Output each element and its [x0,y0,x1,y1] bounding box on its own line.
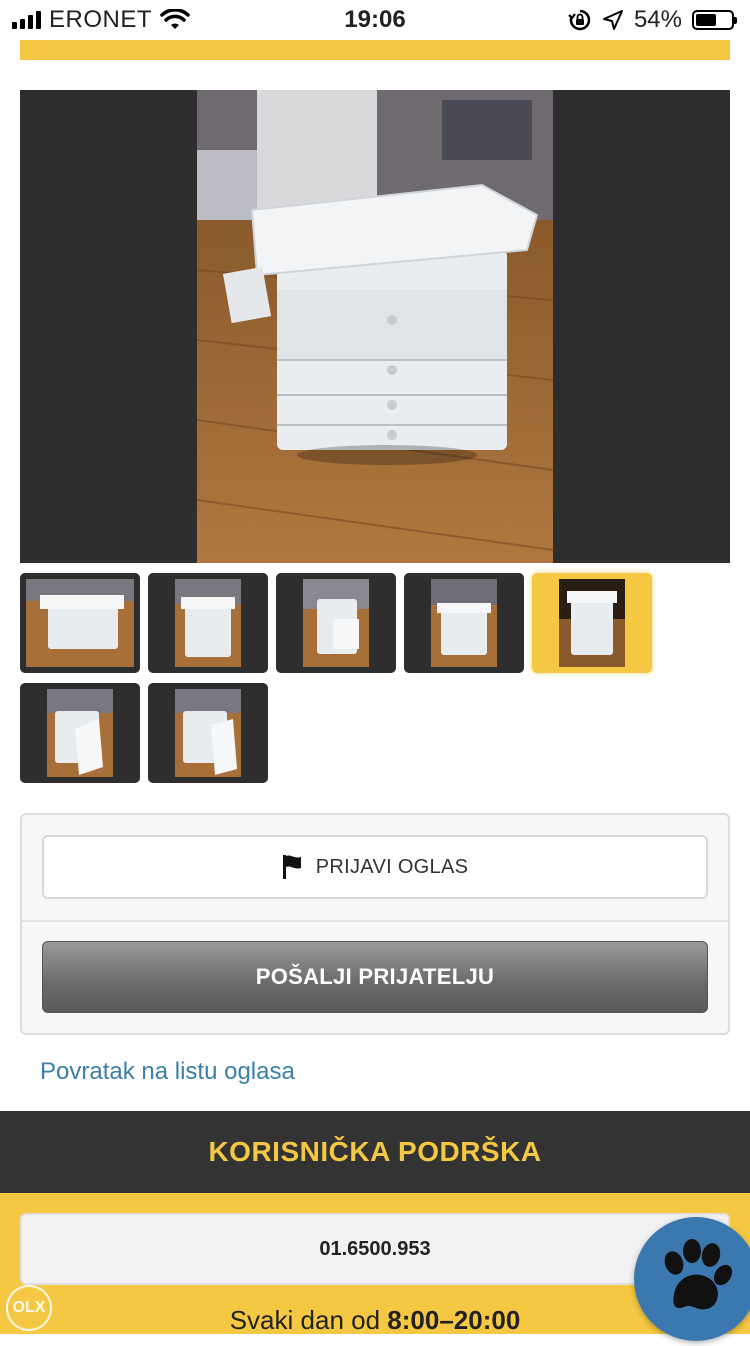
report-ad-button[interactable]: PRIJAVI OGLAS [42,835,708,899]
thumbnail-6[interactable] [20,683,140,783]
thumbnail-1[interactable] [20,573,140,673]
header-accent-bar [20,40,730,60]
orientation-lock-icon [568,9,591,31]
battery-percent: 54% [633,6,682,33]
hours-prefix: Svaki dan od [229,1305,381,1334]
support-phone-number: 01.6500.953 [319,1237,431,1260]
thumbnail-image [175,689,241,777]
hours-value: 8:00–20:00 [387,1305,521,1334]
paw-icon [664,1239,733,1310]
thumbnail-image [303,579,369,667]
thumbnail-image [559,579,625,667]
olx-watermark-text: OLX [12,1299,46,1316]
thumbnail-image [47,689,113,777]
thumbnail-7[interactable] [148,683,268,783]
send-to-friend-label: POŠALJI PRIJATELJU [255,964,495,989]
main-photo[interactable] [20,90,730,563]
divider [22,920,728,922]
thumbnail-image [431,579,497,667]
support-title: KORISNIČKA PODRŠKA [208,1136,542,1167]
thumbnail-image [175,579,241,667]
support-phone-button[interactable]: 01.6500.953 [20,1213,730,1285]
chat-paw-button[interactable] [634,1217,750,1341]
battery-icon [692,10,737,30]
back-to-list-link[interactable]: Povratak na listu oglasa [40,1058,295,1086]
thumbnail-2[interactable] [148,573,268,673]
status-right: 54% [568,6,737,34]
thumbnail-3[interactable] [276,573,396,673]
thumbnail-5[interactable] [532,573,652,673]
flag-icon [282,855,301,879]
send-to-friend-button[interactable]: POŠALJI PRIJATELJU [42,941,708,1013]
changing-table-photo [197,90,553,563]
status-bar: ERONET 19:06 54% [0,0,750,40]
report-ad-label: PRIJAVI OGLAS [315,855,469,878]
thumbnail-4[interactable] [404,573,524,673]
ad-actions-panel: PRIJAVI OGLAS POŠALJI PRIJATELJU [20,813,730,1035]
olx-watermark: OLX [6,1285,52,1331]
location-icon [602,10,623,30]
support-header: KORISNIČKA PODRŠKA [0,1111,750,1193]
thumbnail-image [26,579,134,667]
